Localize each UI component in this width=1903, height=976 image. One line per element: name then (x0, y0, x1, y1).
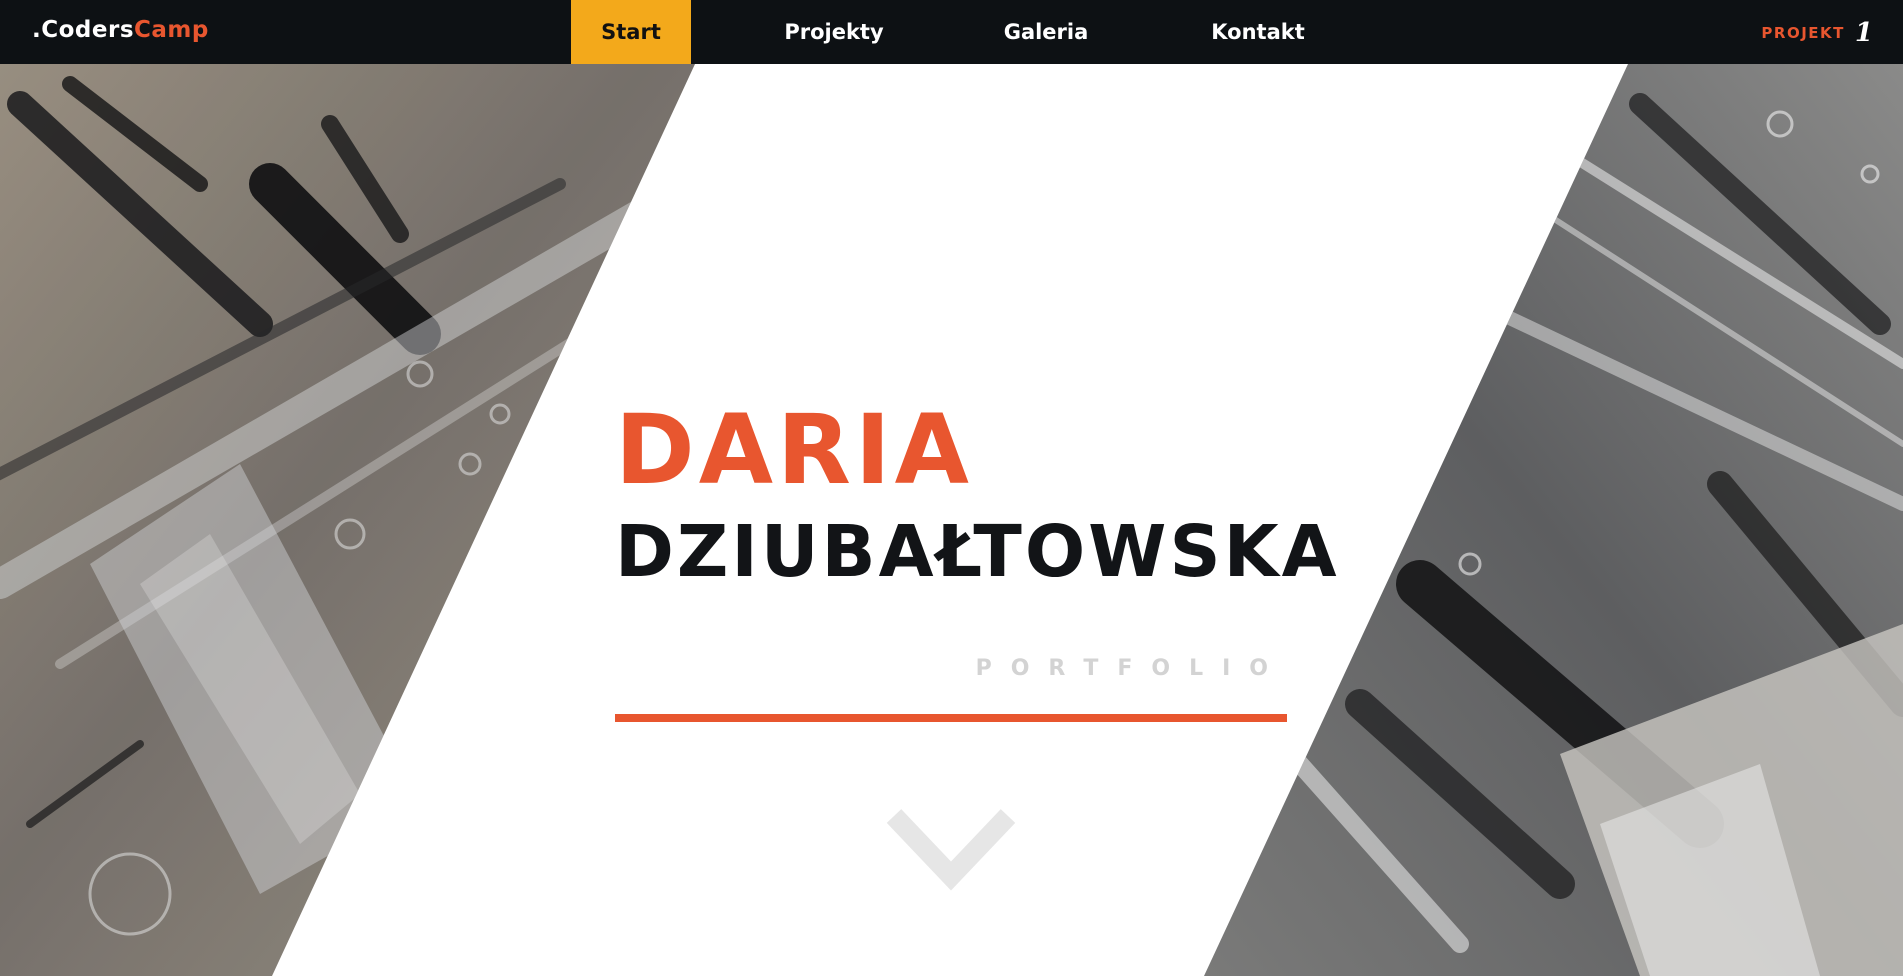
logo-prefix: .Coders (32, 17, 135, 43)
projekt-label: PROJEKT (1761, 24, 1845, 42)
hero-name-block: DARIA DZIUBAŁTOWSKA PORTFOLIO (615, 394, 1340, 722)
left-painting (0, 64, 695, 976)
nav-link-kontakt[interactable]: Kontakt (1200, 0, 1316, 64)
chevron-down-icon (886, 809, 1016, 891)
hero-subtitle: PORTFOLIO (975, 656, 1287, 681)
site-logo[interactable]: .CodersCamp (32, 17, 209, 43)
projekt-badge: PROJEKT 1 (1761, 18, 1873, 48)
hero-underline (615, 714, 1287, 722)
scroll-down-button[interactable] (886, 808, 1016, 893)
nav-link-galeria[interactable]: Galeria (996, 0, 1096, 64)
hero-section: DARIA DZIUBAŁTOWSKA PORTFOLIO (0, 64, 1903, 976)
hero-first-name: DARIA (615, 394, 973, 506)
nav-link-start[interactable]: Start (571, 0, 691, 64)
top-navbar: .CodersCamp Start Projekty Galeria Konta… (0, 0, 1903, 64)
hero-last-name: DZIUBAŁTOWSKA (615, 510, 1340, 593)
nav-link-projekty[interactable]: Projekty (770, 0, 898, 64)
logo-accent: Camp (134, 17, 209, 43)
projekt-number: 1 (1854, 18, 1873, 48)
page: .CodersCamp Start Projekty Galeria Konta… (0, 0, 1903, 976)
